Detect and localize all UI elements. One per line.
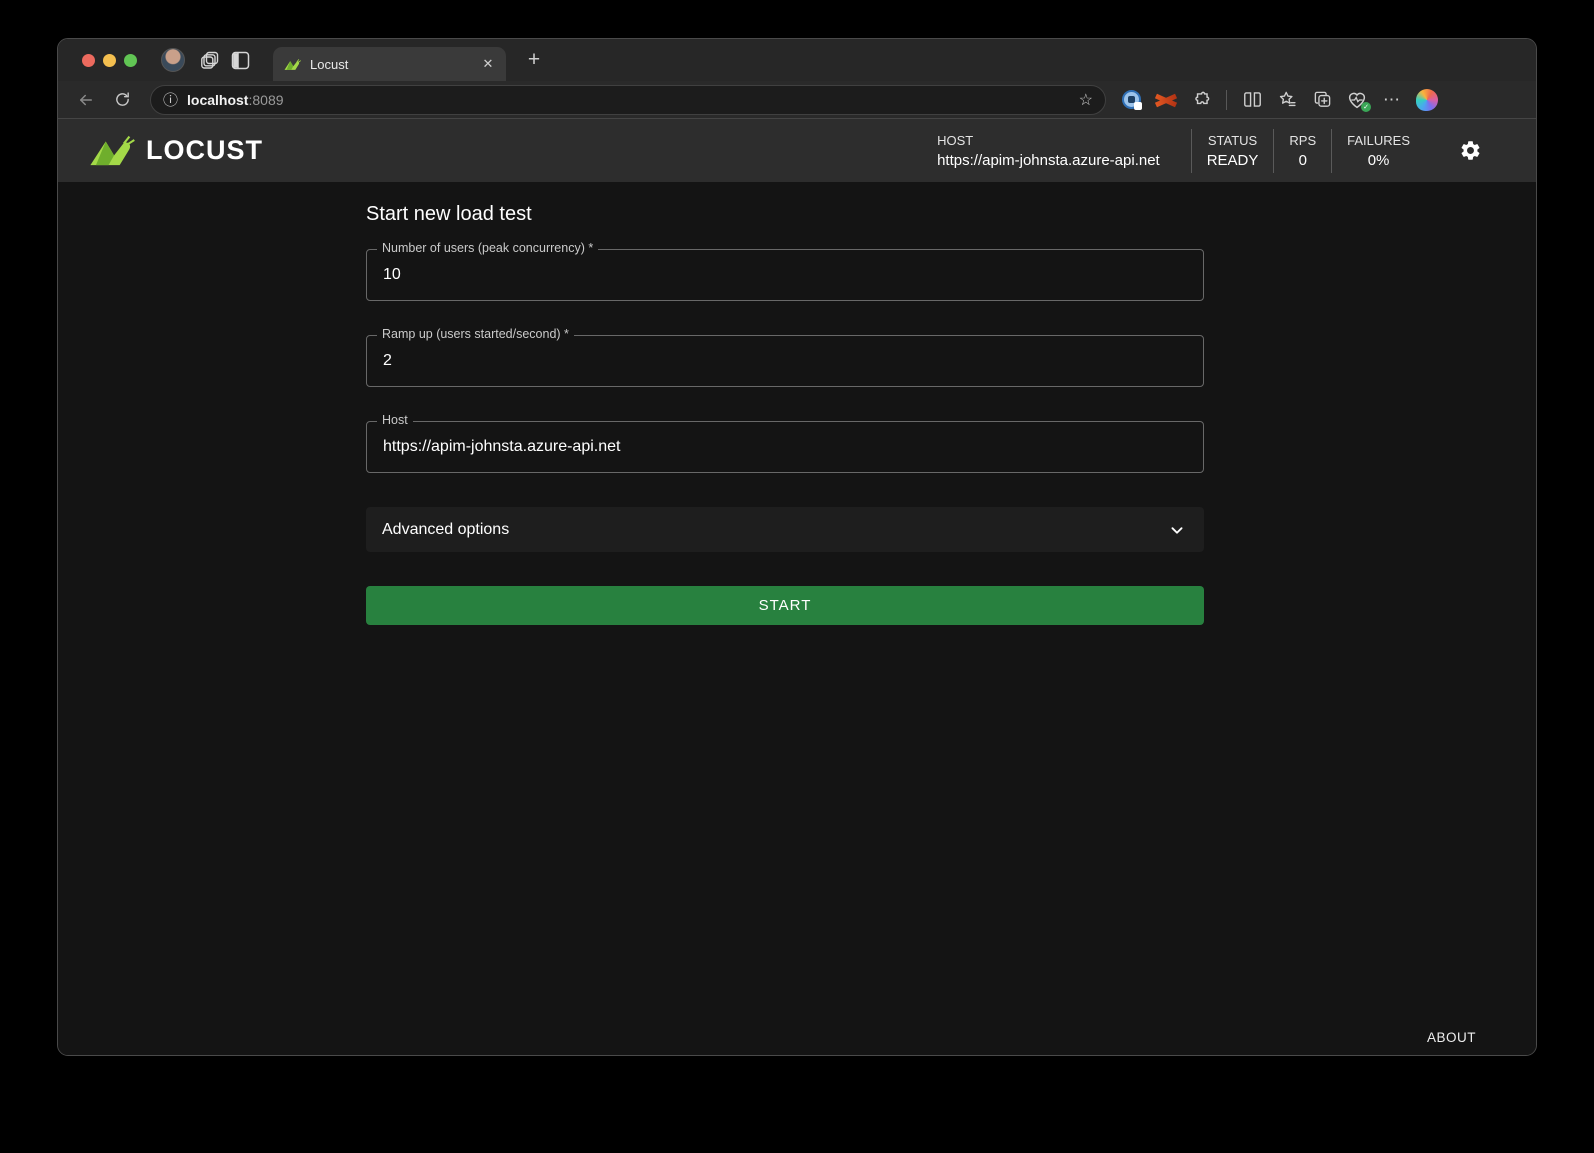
locust-app-header: LOCUST HOST https://apim-johnsta.azure-a… bbox=[58, 119, 1536, 182]
url-port: :8089 bbox=[248, 92, 283, 108]
timer-extension-icon[interactable] bbox=[1118, 87, 1144, 113]
stats-divider bbox=[1273, 129, 1274, 173]
toolbar-divider bbox=[1226, 90, 1227, 110]
locust-brand[interactable]: LOCUST bbox=[89, 134, 263, 167]
stat-failures-label: FAILURES bbox=[1347, 133, 1410, 148]
tab-bar: Locust ✕ + bbox=[58, 39, 1536, 81]
extensions-puzzle-icon[interactable] bbox=[1188, 87, 1214, 113]
required-asterisk: * bbox=[561, 327, 569, 341]
split-screen-icon[interactable] bbox=[1239, 87, 1265, 113]
stat-rps-label: RPS bbox=[1289, 133, 1316, 148]
locust-logo-icon bbox=[89, 134, 135, 167]
stats-divider bbox=[1331, 129, 1332, 173]
page-title: Start new load test bbox=[366, 203, 1204, 226]
toolbar-extensions: ✓ ⋯ bbox=[1118, 87, 1440, 113]
collections-icon[interactable] bbox=[1309, 87, 1335, 113]
stat-rps-value: 0 bbox=[1299, 152, 1307, 169]
stat-failures: FAILURES 0% bbox=[1347, 133, 1410, 169]
stat-status: STATUS READY bbox=[1207, 133, 1259, 169]
required-asterisk: * bbox=[585, 241, 593, 255]
users-field-value[interactable]: 10 bbox=[367, 266, 1203, 284]
ramp-up-field-label-text: Ramp up (users started/second) bbox=[382, 327, 561, 341]
browser-window: Locust ✕ + ⓘ localhost:8089 ☆ bbox=[57, 38, 1537, 1056]
new-load-test-form: Start new load test Number of users (pea… bbox=[366, 203, 1204, 625]
stats-divider bbox=[1191, 129, 1192, 173]
ramp-up-field-value[interactable]: 2 bbox=[367, 352, 1203, 370]
stat-status-label: STATUS bbox=[1208, 133, 1257, 148]
new-tab-button[interactable]: + bbox=[520, 46, 548, 74]
about-link[interactable]: ABOUT bbox=[1427, 1030, 1476, 1045]
url-text[interactable]: localhost:8089 bbox=[187, 92, 1075, 108]
stat-host-label: HOST bbox=[937, 133, 973, 148]
minimize-window-button[interactable] bbox=[103, 54, 116, 67]
stat-failures-value: 0% bbox=[1368, 152, 1390, 169]
host-field-label-text: Host bbox=[382, 413, 408, 427]
favorites-icon[interactable] bbox=[1274, 87, 1300, 113]
copilot-icon[interactable] bbox=[1414, 87, 1440, 113]
close-window-button[interactable] bbox=[82, 54, 95, 67]
essentials-check-badge: ✓ bbox=[1361, 102, 1371, 112]
header-stats: HOST https://apim-johnsta.azure-api.net … bbox=[937, 129, 1410, 173]
workspaces-icon[interactable] bbox=[195, 45, 225, 75]
address-bar[interactable]: ⓘ localhost:8089 ☆ bbox=[150, 85, 1106, 115]
zoom-window-button[interactable] bbox=[124, 54, 137, 67]
advanced-options-accordion[interactable]: Advanced options bbox=[366, 507, 1204, 552]
bookmark-star-icon[interactable]: ☆ bbox=[1075, 90, 1097, 110]
back-icon[interactable] bbox=[72, 86, 100, 114]
users-field[interactable]: Number of users (peak concurrency) * 10 bbox=[366, 249, 1204, 301]
ramp-up-field[interactable]: Ramp up (users started/second) * 2 bbox=[366, 335, 1204, 387]
reload-icon[interactable] bbox=[108, 86, 136, 114]
settings-gear-icon[interactable] bbox=[1454, 135, 1486, 167]
stat-host: HOST https://apim-johnsta.azure-api.net bbox=[937, 133, 1176, 169]
profile-avatar[interactable] bbox=[161, 48, 185, 72]
vertical-tabs-icon[interactable] bbox=[225, 45, 255, 75]
tab-title: Locust bbox=[310, 57, 478, 72]
x-extension-icon[interactable] bbox=[1153, 87, 1179, 113]
host-field-value[interactable]: https://apim-johnsta.azure-api.net bbox=[367, 438, 1203, 456]
browser-essentials-icon[interactable]: ✓ bbox=[1344, 87, 1370, 113]
page-content: Start new load test Number of users (pea… bbox=[58, 182, 1536, 1055]
ramp-up-field-label: Ramp up (users started/second) * bbox=[377, 327, 574, 341]
stat-status-value: READY bbox=[1207, 152, 1259, 169]
host-field[interactable]: Host https://apim-johnsta.azure-api.net bbox=[366, 421, 1204, 473]
stat-host-value: https://apim-johnsta.azure-api.net bbox=[937, 152, 1160, 169]
site-info-icon[interactable]: ⓘ bbox=[163, 89, 178, 110]
users-field-label-text: Number of users (peak concurrency) bbox=[382, 241, 585, 255]
traffic-lights bbox=[58, 54, 151, 67]
tab-locust[interactable]: Locust ✕ bbox=[273, 47, 506, 81]
url-host: localhost bbox=[187, 92, 248, 108]
tab-close-icon[interactable]: ✕ bbox=[478, 54, 498, 74]
browser-toolbar: ⓘ localhost:8089 ☆ ✓ ⋯ bbox=[58, 81, 1536, 119]
chevron-down-icon bbox=[1166, 519, 1188, 541]
host-field-label: Host bbox=[377, 413, 413, 427]
stat-rps: RPS 0 bbox=[1289, 133, 1316, 169]
settings-more-icon[interactable]: ⋯ bbox=[1379, 87, 1405, 113]
advanced-options-label: Advanced options bbox=[382, 521, 509, 539]
locust-favicon bbox=[284, 58, 301, 71]
start-button[interactable]: START bbox=[366, 586, 1204, 625]
brand-wordmark: LOCUST bbox=[146, 135, 263, 166]
users-field-label: Number of users (peak concurrency) * bbox=[377, 241, 598, 255]
